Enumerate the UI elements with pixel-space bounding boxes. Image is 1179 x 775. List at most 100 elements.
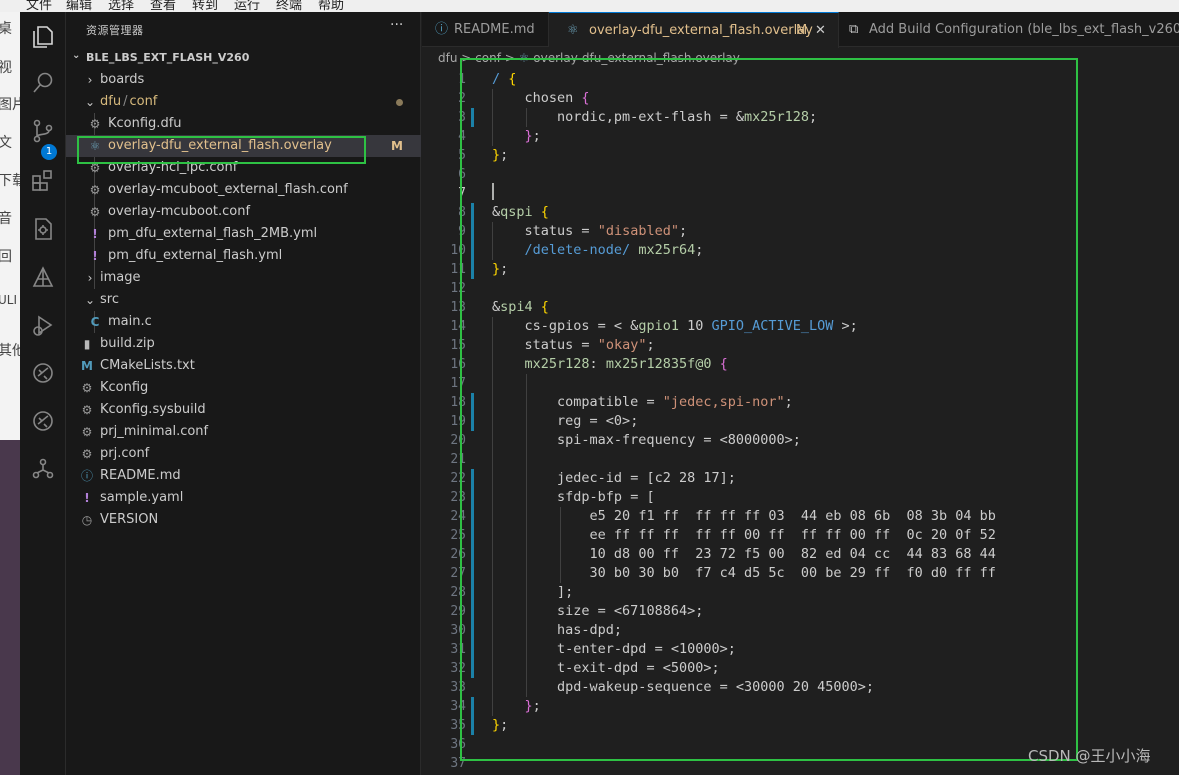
menu-terminal[interactable]: 终端	[276, 0, 302, 12]
tree-item-overlay-mcuboot-ext[interactable]: ⚙ overlay-mcuboot_external_flash.conf	[66, 179, 421, 201]
tree-item-label: prj_minimal.conf	[100, 424, 209, 439]
desktop-label: 图片	[0, 97, 20, 113]
tab-overlay[interactable]: ⚛ overlay-dfu_external_flash.overlay M ✕	[549, 12, 839, 48]
tree-item-label: Kconfig	[100, 380, 149, 395]
highlight-box	[460, 58, 1078, 761]
desktop-label: 视	[0, 60, 12, 76]
tree-item-kconfig-sysbuild[interactable]: ⚙ Kconfig.sysbuild	[66, 399, 421, 421]
menu-selection[interactable]: 选择	[108, 0, 134, 12]
tree-item-label: README.md	[100, 468, 181, 483]
tree-item-src[interactable]: ⌄ src	[66, 289, 421, 311]
chevron-down-icon: ⌄	[72, 50, 81, 61]
tree-item-overlay-mcuboot[interactable]: ⚙ overlay-mcuboot.conf	[66, 201, 421, 223]
search-icon[interactable]	[30, 70, 56, 96]
source-control-icon[interactable]	[30, 118, 56, 144]
project-name: BLE_LBS_EXT_FLASH_V260	[86, 51, 250, 64]
desktop-sidebar: 桌 视 图片 文 下载 音 回 ULI 其他	[0, 12, 20, 775]
tree-item-kconfig-dfu[interactable]: ⚙ Kconfig.dfu	[66, 113, 421, 135]
tree-item-label: boards	[100, 72, 145, 87]
tree-item-label: CMakeLists.txt	[100, 358, 195, 373]
desktop-label: 桌	[0, 21, 12, 37]
gear-icon: ⚙	[81, 447, 93, 461]
menu-file[interactable]: 文件	[26, 0, 52, 12]
gear-icon: ⚙	[89, 117, 101, 131]
zip-file-icon: ▮	[83, 337, 91, 351]
tree-item-label: Kconfig.dfu	[108, 116, 182, 131]
tab-readme[interactable]: ⓘ README.md	[422, 12, 549, 47]
chevron-right-icon: ›	[87, 73, 93, 87]
exclamation-icon: !	[84, 491, 90, 505]
modified-badge: M	[391, 139, 403, 153]
tree-item-kconfig[interactable]: ⚙ Kconfig	[66, 377, 421, 399]
tab-label: overlay-dfu_external_flash.overlay	[589, 23, 813, 38]
gear-icon: ⚙	[81, 403, 93, 417]
clock-icon: ◷	[81, 513, 93, 527]
gear-icon: ⚙	[89, 205, 101, 219]
tab-label: Add Build Configuration (ble_lbs_ext_fla…	[869, 22, 1179, 37]
modified-badge: M	[796, 23, 808, 38]
tab-label: README.md	[454, 22, 535, 37]
tree-item-pm-2mb[interactable]: ! pm_dfu_external_flash_2MB.yml	[66, 223, 421, 245]
desktop-label: 文	[0, 135, 12, 151]
tree-item-version[interactable]: ◷ VERSION	[66, 509, 421, 531]
menu-view[interactable]: 查看	[150, 0, 176, 12]
tree-item-label: image	[100, 270, 141, 285]
project-folder-header[interactable]: ⌄ BLE_LBS_EXT_FLASH_V260	[66, 50, 421, 66]
explorer-panel: 资源管理器 ··· ⌄ BLE_LBS_EXT_FLASH_V260 › boa…	[66, 12, 421, 775]
tree-item-prj-conf[interactable]: ⚙ prj.conf	[66, 443, 421, 465]
exclamation-icon: !	[92, 227, 98, 241]
device-tree-icon[interactable]	[30, 216, 56, 242]
info-icon: ⓘ	[435, 22, 449, 37]
c-file-icon: C	[90, 315, 100, 329]
nrf-connect-icon[interactable]	[30, 264, 56, 290]
tree-item-dfu-conf[interactable]: ⌄ dfu / conf	[66, 91, 421, 113]
chevron-down-icon: ⌄	[84, 293, 96, 307]
run-debug-icon[interactable]	[30, 312, 56, 338]
tree-item-main-c[interactable]: C main.c	[66, 311, 421, 333]
tree-item-label: main.c	[108, 314, 152, 329]
extensions-icon[interactable]	[30, 168, 56, 194]
menu-edit[interactable]: 编辑	[66, 0, 92, 12]
cmake-file-icon: M	[81, 359, 93, 373]
remote-explorer-icon[interactable]	[30, 408, 56, 434]
gear-icon: ⚙	[89, 183, 101, 197]
exclamation-icon: !	[92, 249, 98, 263]
tree-item-boards[interactable]: › boards	[66, 69, 421, 91]
tab-add-build-config[interactable]: ⧉ Add Build Configuration (ble_lbs_ext_f…	[839, 12, 1179, 47]
tree-item-sample-yaml[interactable]: ! sample.yaml	[66, 487, 421, 509]
chevron-down-icon: ⌄	[84, 95, 96, 109]
highlight-box	[77, 136, 366, 164]
tree-item-cmakelists[interactable]: M CMakeLists.txt	[66, 355, 421, 377]
explorer-icon[interactable]	[30, 24, 56, 50]
tree-item-build-zip[interactable]: ▮ build.zip	[66, 333, 421, 355]
tree-item-label: pm_dfu_external_flash_2MB.yml	[108, 226, 318, 241]
gear-icon: ⚙	[81, 425, 93, 439]
tree-item-image[interactable]: › image	[66, 267, 421, 289]
more-actions-button[interactable]: ···	[390, 17, 403, 33]
menu-bar: 文件 编辑 选择 查看 转到 运行 终端 帮助	[0, 0, 1179, 12]
info-icon: ⓘ	[80, 469, 93, 483]
close-icon[interactable]: ✕	[815, 13, 826, 48]
menu-go[interactable]: 转到	[192, 0, 218, 12]
watermark: CSDN @王小小海	[1028, 747, 1151, 765]
desktop-label: 回	[0, 249, 12, 265]
chevron-right-icon: ›	[87, 271, 93, 285]
tree-item-prj-minimal[interactable]: ⚙ prj_minimal.conf	[66, 421, 421, 443]
window-icon: ⧉	[849, 22, 859, 37]
devicetree-file-icon: ⚛	[567, 23, 579, 38]
breadcrumb-item[interactable]: dfu	[438, 51, 457, 65]
gear-icon: ⚙	[81, 381, 93, 395]
menu-help[interactable]: 帮助	[318, 0, 344, 12]
menu-run[interactable]: 运行	[234, 0, 260, 12]
desktop-label: 其他	[0, 343, 20, 359]
tree-item-readme[interactable]: ⓘ README.md	[66, 465, 421, 487]
activity-bar: 1	[20, 12, 66, 775]
tree-item-pm[interactable]: ! pm_dfu_external_flash.yml	[66, 245, 421, 267]
tree-view-icon[interactable]	[30, 456, 56, 482]
tree-item-label: overlay-mcuboot.conf	[108, 204, 251, 219]
tree-item-label: pm_dfu_external_flash.yml	[108, 248, 283, 263]
editor-tabs: ⓘ README.md ⚛ overlay-dfu_external_flash…	[422, 12, 1179, 48]
remote-icon[interactable]	[30, 360, 56, 386]
tree-item-label: build.zip	[100, 336, 155, 351]
tree-item-label: prj.conf	[100, 446, 150, 461]
